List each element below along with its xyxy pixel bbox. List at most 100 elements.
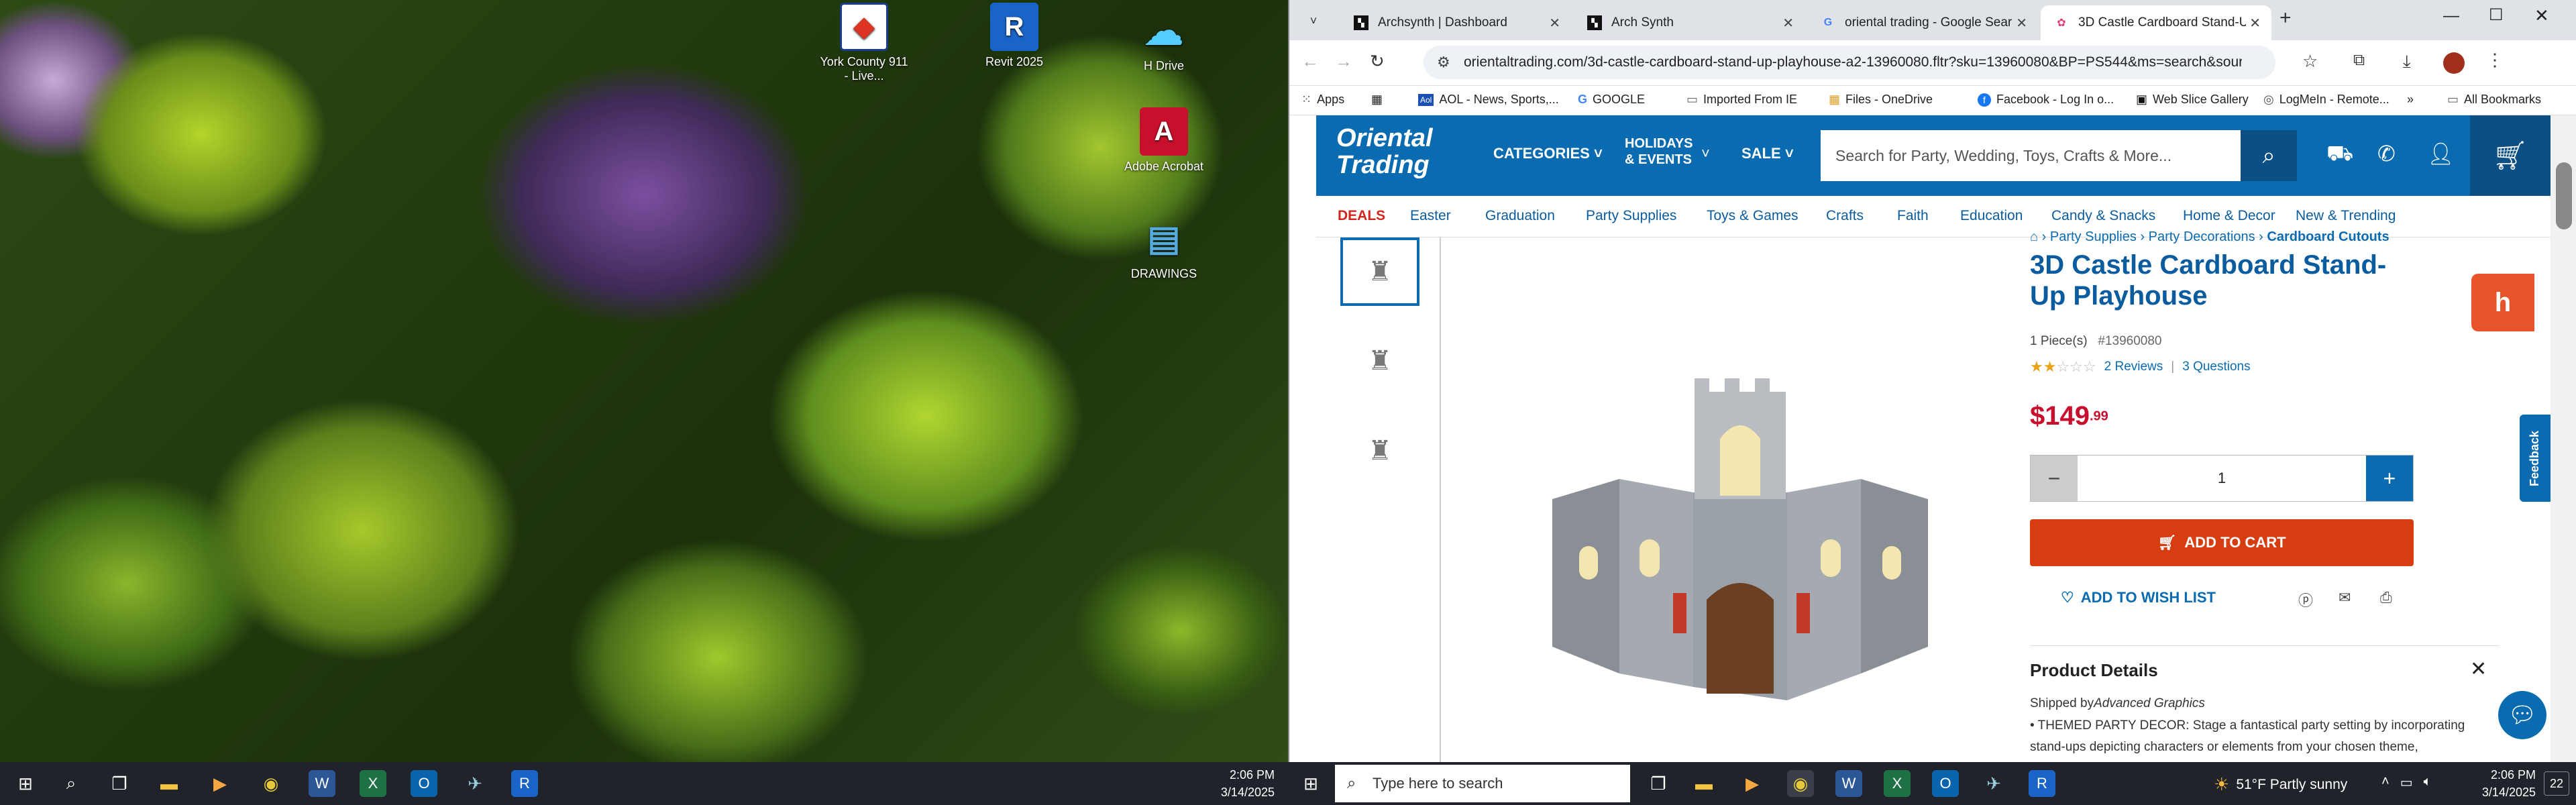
subnav-home-decor[interactable]: Home & Decor xyxy=(2183,208,2275,224)
maximize-button[interactable]: ☐ xyxy=(2489,5,2504,25)
home-icon[interactable]: ⌂ xyxy=(2030,229,2038,244)
url-bar[interactable]: ⚙ orientaltrading.com/3d-castle-cardboar… xyxy=(1424,46,2275,79)
bookmark-apps[interactable]: ⁙ Apps xyxy=(1301,93,1344,107)
excel-icon[interactable]: X xyxy=(360,770,386,797)
file-explorer-icon[interactable]: ▬ xyxy=(156,770,182,797)
revit-taskbar-icon[interactable]: R xyxy=(511,770,538,797)
app-icon[interactable]: ✈ xyxy=(462,770,488,797)
product-details-heading[interactable]: Product Details xyxy=(2030,660,2158,681)
file-explorer-icon[interactable]: ▬ xyxy=(1690,770,1717,797)
breadcrumb-item[interactable]: Party Decorations xyxy=(2149,229,2255,244)
chrome-icon[interactable]: ◉ xyxy=(1787,770,1814,797)
tab-castle-product[interactable]: ✿ 3D Castle Cardboard Stand-Up ✕ xyxy=(2041,5,2271,40)
outlook-icon[interactable]: O xyxy=(411,770,437,797)
nav-categories[interactable]: CATEGORIES ˅ xyxy=(1493,145,1603,162)
feedback-tab[interactable]: Feedback xyxy=(2520,415,2551,502)
thumbnail-3[interactable]: ♜ xyxy=(1340,417,1419,484)
forward-button[interactable]: → xyxy=(1335,51,1352,72)
email-icon[interactable]: ✉ xyxy=(2339,589,2351,606)
subnav-education[interactable]: Education xyxy=(1960,208,2023,224)
quantity-increase-button[interactable]: + xyxy=(2366,455,2413,501)
back-button[interactable]: ← xyxy=(1301,51,1319,72)
subnav-party-supplies[interactable]: Party Supplies xyxy=(1586,208,1676,224)
search-icon[interactable]: ⌕ xyxy=(58,770,85,797)
taskbar-clock-left[interactable]: 2:06 PM 3/14/2025 xyxy=(1201,766,1275,801)
download-icon[interactable]: ⤓ xyxy=(2403,51,2411,72)
minimize-button[interactable]: — xyxy=(2443,7,2459,25)
tab-google-search[interactable]: G oriental trading - Google Search ✕ xyxy=(1807,5,2038,40)
bookmark-tab-groups[interactable]: ▦ xyxy=(1371,93,1383,107)
bookmark-google[interactable]: G GOOGLE xyxy=(1578,93,1645,107)
desktop-icon-york-county[interactable]: ◆ York County 911 - Live... xyxy=(817,3,911,83)
extensions-icon[interactable]: ⧉ xyxy=(2353,51,2365,70)
breadcrumb-item[interactable]: Cardboard Cutouts xyxy=(2267,229,2389,244)
subnav-deals[interactable]: DEALS xyxy=(1338,208,1385,224)
pinterest-icon[interactable]: ⓟ xyxy=(2298,589,2313,610)
chevron-up-icon[interactable]: ˄ xyxy=(2381,774,2390,791)
subnav-easter[interactable]: Easter xyxy=(1410,208,1451,224)
subnav-new-trending[interactable]: New & Trending xyxy=(2296,208,2396,224)
volume-icon[interactable]: 🔈︎ xyxy=(2424,774,2432,791)
window-close-button[interactable]: ✕ xyxy=(2534,5,2549,26)
reviews-link[interactable]: 2 Reviews xyxy=(2104,360,2163,374)
close-icon[interactable]: ✕ xyxy=(2016,15,2027,32)
close-icon[interactable]: ✕ xyxy=(1549,15,1560,32)
nav-holidays[interactable]: HOLIDAYS & EVENTS xyxy=(1625,136,1699,168)
menu-kebab-icon[interactable]: ⋮ xyxy=(2486,50,2504,70)
outlook-icon[interactable]: O xyxy=(1932,770,1959,797)
desktop-icon-drawings[interactable]: ▤ DRAWINGS xyxy=(1117,215,1211,281)
site-search-button[interactable]: ⌕ xyxy=(2241,130,2297,181)
tab-search-button[interactable]: ˅ xyxy=(1300,8,1327,34)
revit-taskbar-icon[interactable]: R xyxy=(2029,770,2055,797)
site-logo[interactable]: Oriental Trading xyxy=(1336,125,1464,186)
subnav-faith[interactable]: Faith xyxy=(1897,208,1929,224)
quantity-decrease-button[interactable]: − xyxy=(2031,455,2078,501)
shipping-truck-icon[interactable]: ⛟ xyxy=(2326,141,2353,168)
tab-arch-synth[interactable]: ▚ Arch Synth ✕ xyxy=(1574,5,1805,40)
thumbnail-1[interactable]: ♜ xyxy=(1340,237,1419,306)
desktop-icon-revit[interactable]: R Revit 2025 xyxy=(967,3,1061,69)
system-tray[interactable]: ˄ ▭ 🔈︎ xyxy=(2381,774,2432,791)
bookmarks-overflow[interactable]: » xyxy=(2407,93,2414,107)
desktop-icon-h-drive[interactable]: ☁ H Drive xyxy=(1117,7,1211,73)
nav-sale[interactable]: SALE ˅ xyxy=(1741,145,1794,162)
subnav-graduation[interactable]: Graduation xyxy=(1485,208,1555,224)
excel-icon[interactable]: X xyxy=(1884,770,1911,797)
chat-button[interactable]: 💬︎ xyxy=(2498,691,2546,739)
add-to-cart-button[interactable]: 🛒︎ ADD TO CART xyxy=(2030,519,2414,566)
site-search-input[interactable]: Search for Party, Wedding, Toys, Crafts … xyxy=(1821,130,2241,181)
print-icon[interactable]: ⎙ xyxy=(2380,589,2392,606)
bookmark-imported-from-ie[interactable]: ▭ Imported From IE xyxy=(1686,93,1797,107)
reload-button[interactable]: ↻ xyxy=(1370,51,1385,72)
subnav-candy-snacks[interactable]: Candy & Snacks xyxy=(2051,208,2155,224)
breadcrumb-item[interactable]: Party Supplies xyxy=(2050,229,2137,244)
task-view-icon[interactable]: ❐ xyxy=(106,770,133,797)
close-icon[interactable]: ✕ xyxy=(1782,15,1794,32)
cart-button[interactable]: 🛒︎ xyxy=(2470,115,2551,196)
tab-archsynth-dashboard[interactable]: ▚ Archsynth | Dashboard ✕ xyxy=(1340,5,1571,40)
notification-badge[interactable]: 22 xyxy=(2544,771,2569,796)
thumbnail-2[interactable]: ♜ xyxy=(1340,325,1419,397)
questions-link[interactable]: 3 Questions xyxy=(2182,360,2250,374)
bookmark-star-icon[interactable]: ☆ xyxy=(2302,51,2318,72)
subnav-toys-games[interactable]: Toys & Games xyxy=(1707,208,1799,224)
bookmark-onedrive[interactable]: ▦ Files - OneDrive xyxy=(1829,93,1933,107)
windows-start-icon[interactable]: ⊞ xyxy=(12,770,39,797)
all-bookmarks[interactable]: ▭ All Bookmarks xyxy=(2447,93,2541,107)
taskbar-clock-right[interactable]: 2:06 PM 3/14/2025 xyxy=(2462,766,2536,801)
phone-icon[interactable]: ✆ xyxy=(2377,141,2396,166)
account-icon[interactable]: 👤︎ xyxy=(2427,141,2455,166)
desktop-icon-adobe-acrobat[interactable]: A Adobe Acrobat xyxy=(1117,107,1211,174)
media-player-icon[interactable]: ▶ xyxy=(207,770,233,797)
honey-extension-button[interactable]: h xyxy=(2471,274,2534,331)
close-icon[interactable]: ✕ xyxy=(2249,15,2261,32)
bookmark-logmein[interactable]: ◎ LogMeIn - Remote... xyxy=(2263,93,2390,107)
details-close-icon[interactable]: ✕ xyxy=(2470,657,2487,681)
media-player-icon[interactable]: ▶ xyxy=(1739,770,1766,797)
product-main-image[interactable] xyxy=(1441,237,2027,762)
page-scrollbar[interactable] xyxy=(2551,115,2576,762)
add-to-wish-list[interactable]: ♡ ADD TO WISH LIST xyxy=(2061,589,2216,606)
windows-start-icon[interactable]: ⊞ xyxy=(1297,770,1324,797)
profile-avatar[interactable] xyxy=(2443,52,2465,74)
word-icon[interactable]: W xyxy=(1835,770,1862,797)
